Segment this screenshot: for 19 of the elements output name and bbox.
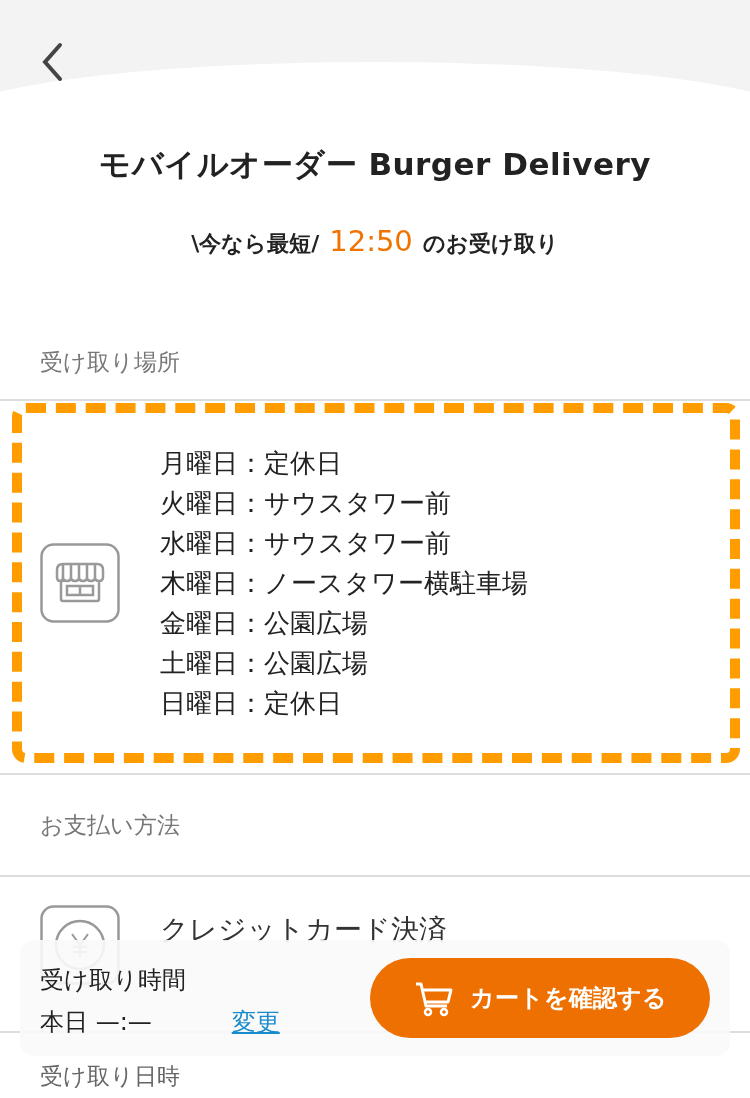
subtitle-suffix: のお受け取り bbox=[422, 230, 559, 258]
schedule-line: 日曜日：定休日 bbox=[160, 687, 343, 720]
pickup-time: 12:50 bbox=[329, 224, 413, 258]
location-card[interactable]: 月曜日：定休日 火曜日：サウスタワー前 水曜日：サウスタワー前 木曜日：ノースタワー横駐車場 金曜日：公園広場 土曜日：公園広場 日曜日：定休日 bbox=[12, 403, 740, 763]
schedule-line: 木曜日：ノースタワー横駐車場 bbox=[160, 567, 528, 600]
back-icon[interactable] bbox=[40, 42, 64, 82]
schedule-line: 土曜日：公園広場 bbox=[160, 647, 369, 680]
schedule-line: 火曜日：サウスタワー前 bbox=[160, 487, 452, 520]
page-title: モバイルオーダー Burger Delivery bbox=[98, 145, 652, 184]
section-label: 受け取り場所 bbox=[0, 305, 750, 401]
payment-method: クレジットカード決済 bbox=[160, 912, 447, 948]
pickup-time-label: 受け取り時間 bbox=[40, 965, 187, 996]
cart-button[interactable]: カートを確認する bbox=[370, 958, 710, 1038]
schedule-line: 水曜日：サウスタワー前 bbox=[160, 527, 452, 560]
section-label: お支払い方法 bbox=[0, 773, 750, 877]
shop-icon bbox=[40, 543, 120, 623]
schedule-line: 金曜日：公園広場 bbox=[160, 607, 369, 640]
subtitle-prefix: \今なら最短/ bbox=[191, 230, 320, 258]
schedule-line: 月曜日：定休日 bbox=[160, 447, 343, 480]
